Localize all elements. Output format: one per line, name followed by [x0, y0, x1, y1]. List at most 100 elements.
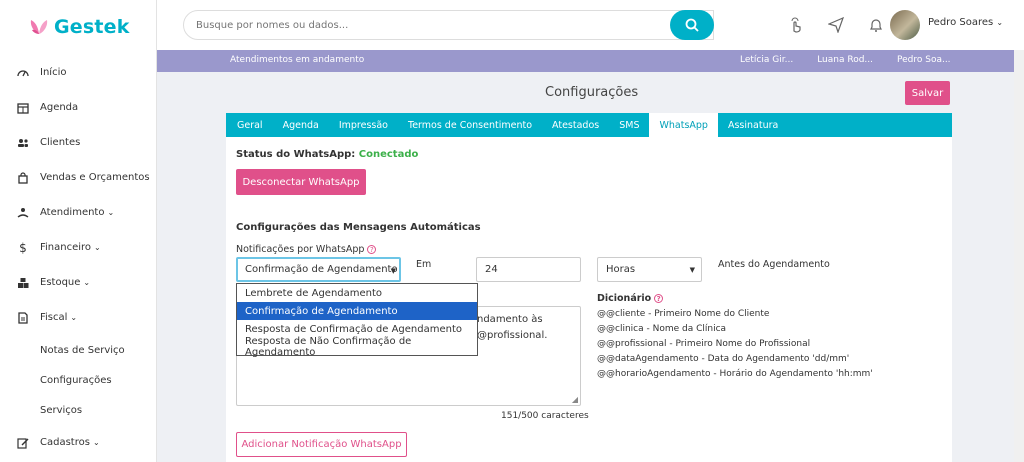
status-badge: Conectado — [358, 149, 419, 160]
message-line: @profissional. — [477, 330, 548, 341]
sidebar-nav: Início Agenda Clientes Vendas e Orçament… — [0, 55, 157, 460]
service-icon — [17, 207, 29, 219]
notif-label-text: Notificações por WhatsApp — [236, 244, 365, 255]
list-item: @@clinica - Nome da Clínica — [597, 324, 727, 334]
list-item: @@cliente - Primeiro Nome do Cliente — [597, 309, 770, 319]
sidebar-item-atendimento[interactable]: Atendimento ⌄ — [0, 195, 157, 230]
selected-value: Confirmação de Agendamento — [245, 264, 398, 275]
help-icon[interactable]: ? — [367, 245, 377, 254]
file-icon — [17, 311, 29, 324]
tab-sms[interactable]: SMS — [609, 113, 649, 137]
sidebar-item-cadastros[interactable]: Cadastros ⌄ — [0, 425, 157, 460]
attendance-bar: Atendimentos em andamento Letícia Gir...… — [157, 50, 1024, 72]
app-name: Gestek — [54, 16, 130, 38]
sidebar-item-agenda[interactable]: Agenda — [0, 90, 157, 125]
chevron-down-icon: ⌄ — [92, 438, 100, 447]
top-icons — [787, 16, 885, 34]
attendance-label: Atendimentos em andamento — [230, 55, 365, 65]
top-bar: Pedro Soares ⌄ — [157, 0, 1024, 50]
tab-impressao[interactable]: Impressão — [329, 113, 398, 137]
tab-whatsapp[interactable]: WhatsApp — [649, 113, 718, 137]
dictionary-title-text: Dicionário — [597, 293, 652, 304]
sidebar-item-label: Cadastros — [40, 437, 90, 448]
help-icon[interactable]: ? — [654, 294, 664, 303]
chevron-down-icon: ⌄ — [83, 278, 91, 287]
char-counter: 151/500 caracteres — [501, 411, 589, 421]
sidebar-subitem-servicos[interactable]: Serviços — [0, 395, 157, 425]
notification-type-select[interactable]: Confirmação de Agendamento ▼ — [236, 257, 401, 282]
tab-atestados[interactable]: Atestados — [542, 113, 609, 137]
user-name: Pedro Soares — [928, 17, 994, 28]
disconnect-whatsapp-button[interactable]: Desconectar WhatsApp — [236, 169, 366, 195]
sidebar-item-fiscal[interactable]: Fiscal ⌄ — [0, 300, 157, 335]
dollar-icon: $ — [19, 240, 27, 255]
hand-pointer-icon[interactable] — [787, 16, 805, 34]
chevron-down-icon: ⌄ — [996, 18, 1004, 27]
sidebar-item-label: Financeiro — [40, 242, 92, 253]
amount-input[interactable]: 24 — [476, 257, 581, 282]
attendance-item[interactable]: Luana Rod... — [817, 55, 873, 65]
em-label: Em — [416, 259, 432, 270]
chevron-down-icon: ⌄ — [70, 313, 78, 322]
sidebar-item-label: Fiscal — [40, 312, 68, 323]
tab-agenda[interactable]: Agenda — [273, 113, 329, 137]
tab-geral[interactable]: Geral — [227, 113, 273, 137]
paper-plane-icon[interactable] — [827, 16, 845, 34]
tab-termos[interactable]: Termos de Consentimento — [398, 113, 542, 137]
butterfly-logo-icon — [30, 20, 48, 34]
sidebar-item-label: Atendimento — [40, 207, 105, 218]
list-item: @@profissional - Primeiro Nome do Profis… — [597, 339, 811, 349]
chevron-down-icon: ⌄ — [107, 208, 115, 217]
user-menu[interactable]: Pedro Soares ⌄ — [928, 17, 1003, 28]
save-button[interactable]: Salvar — [905, 81, 950, 105]
search-icon — [685, 18, 699, 32]
sidebar-item-label: Agenda — [40, 102, 79, 113]
option-resposta-nao-confirmacao[interactable]: Resposta de Não Confirmação de Agendamen… — [237, 336, 477, 358]
bell-icon[interactable] — [867, 16, 885, 34]
sidebar-item-estoque[interactable]: Estoque ⌄ — [0, 265, 157, 300]
message-text: ndamento às @profissional. — [477, 312, 582, 344]
dictionary-title: Dicionário ? — [597, 293, 664, 304]
tab-assinatura[interactable]: Assinatura — [718, 113, 788, 137]
sidebar-item-label: Clientes — [40, 137, 81, 148]
sidebar-item-vendas[interactable]: Vendas e Orçamentos — [0, 160, 157, 195]
resize-handle-icon[interactable]: ◢ — [572, 395, 578, 404]
boxes-icon — [17, 277, 29, 289]
notification-type-options: Lembrete de Agendamento Confirmação de A… — [236, 283, 478, 358]
attendance-names: Letícia Gir... Luana Rod... Pedro Soa... — [740, 55, 951, 65]
sidebar-subitem-notas[interactable]: Notas de Serviço — [0, 335, 157, 365]
page-scrollbar[interactable] — [1014, 50, 1024, 462]
option-lembrete[interactable]: Lembrete de Agendamento — [237, 284, 477, 302]
dashboard-icon — [17, 67, 29, 79]
search-button[interactable] — [670, 10, 714, 40]
add-notification-button[interactable]: Adicionar Notificação WhatsApp — [236, 432, 407, 457]
sidebar: Gestek Início Agenda Clientes Vendas e O… — [0, 0, 157, 462]
attendance-item[interactable]: Pedro Soa... — [897, 55, 951, 65]
caret-down-icon: ▼ — [689, 266, 695, 274]
users-icon — [17, 137, 29, 149]
attendance-item[interactable]: Letícia Gir... — [740, 55, 793, 65]
option-confirmacao[interactable]: Confirmação de Agendamento — [237, 302, 477, 320]
section-title: Configurações das Mensagens Automáticas — [236, 222, 481, 233]
app-logo[interactable]: Gestek — [28, 12, 130, 42]
unit-value: Horas — [606, 264, 636, 275]
search-input[interactable] — [183, 10, 714, 40]
sidebar-item-financeiro[interactable]: $ Financeiro ⌄ — [0, 230, 157, 265]
notif-label: Notificações por WhatsApp ? — [236, 244, 377, 255]
settings-tabs: Geral Agenda Impressão Termos de Consent… — [226, 113, 952, 137]
sidebar-item-inicio[interactable]: Início — [0, 55, 157, 90]
calendar-icon — [17, 102, 29, 114]
unit-select[interactable]: Horas ▼ — [597, 257, 702, 282]
settings-panel: Geral Agenda Impressão Termos de Consent… — [226, 113, 952, 462]
sidebar-item-label: Vendas e Orçamentos — [40, 172, 150, 183]
sidebar-item-clientes[interactable]: Clientes — [0, 125, 157, 160]
antes-label: Antes do Agendamento — [718, 259, 830, 270]
avatar[interactable] — [890, 10, 920, 40]
caret-down-icon: ▼ — [390, 267, 396, 275]
message-line: ndamento às — [477, 314, 543, 325]
sidebar-item-label: Estoque — [40, 277, 81, 288]
page-title: Configurações — [545, 85, 639, 100]
list-item: @@dataAgendamento - Data do Agendamento … — [597, 354, 850, 364]
sidebar-subitem-configuracoes[interactable]: Configurações — [0, 365, 157, 395]
shopping-bag-icon — [17, 171, 29, 184]
